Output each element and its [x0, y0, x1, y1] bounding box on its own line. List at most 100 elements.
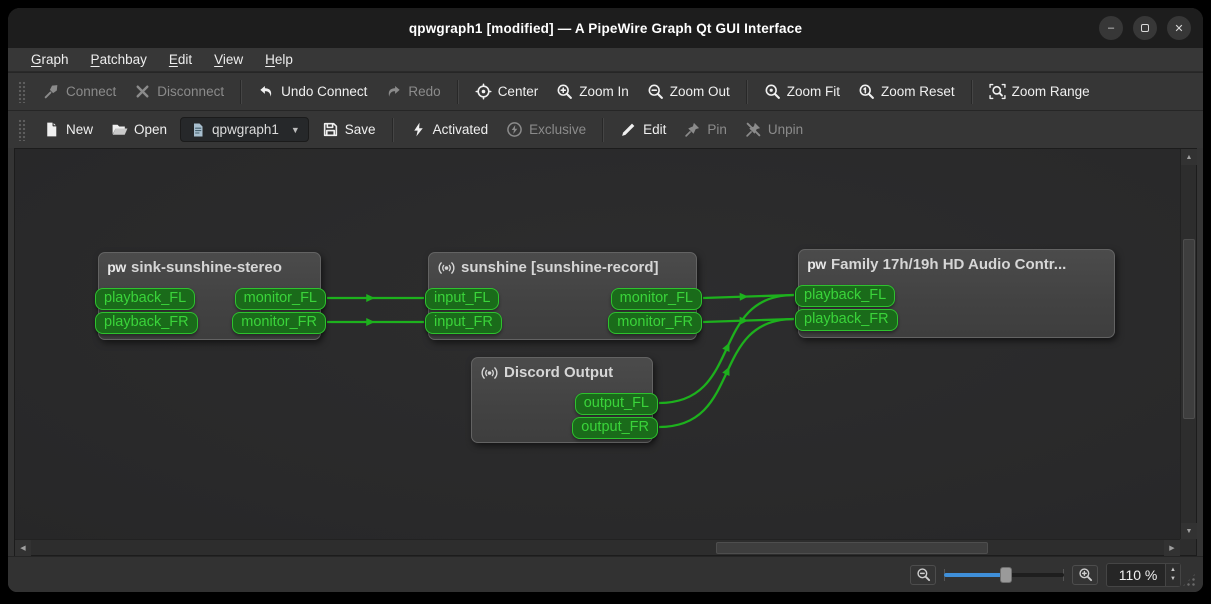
menu-item-help[interactable]: Help — [256, 50, 302, 69]
toolbar-drag-handle[interactable] — [18, 119, 26, 141]
port-playback_FR[interactable]: playback_FR — [95, 312, 198, 334]
pipewire-icon: pw — [808, 255, 825, 272]
menu-item-patchbay[interactable]: Patchbay — [82, 50, 156, 69]
zoom-out-button[interactable] — [910, 565, 936, 585]
graph-node-sink-sunshine-stereo[interactable]: pwsink-sunshine-stereo playback_FLplaybac… — [98, 252, 321, 340]
open-button[interactable]: Open — [102, 116, 176, 143]
port-output_FR[interactable]: output_FR — [572, 417, 658, 439]
undo-icon — [258, 83, 275, 100]
toolbar-separator — [457, 80, 459, 104]
scroll-left-arrow[interactable]: ◀ — [15, 540, 31, 556]
graph-node-sunshine[interactable]: sunshine [sunshine-record] input_FLinput_… — [428, 252, 697, 340]
toolbar-separator — [971, 80, 973, 104]
zoom-in-button[interactable] — [1072, 565, 1098, 585]
link-arrow-icon — [722, 341, 733, 352]
scroll-up-arrow[interactable]: ▲ — [1181, 149, 1197, 165]
vertical-scroll-thumb[interactable] — [1183, 239, 1195, 419]
window-controls: – ✕ — [1099, 8, 1191, 48]
graph-canvas[interactable]: pwsink-sunshine-stereoplayback_FLplaybac… — [15, 149, 1180, 539]
undo-connect-button[interactable]: Undo Connect — [249, 78, 376, 105]
connection-lines — [15, 149, 1180, 539]
toolbar-button-label: Edit — [643, 122, 666, 137]
edit-icon — [620, 121, 637, 138]
port-monitor_FR[interactable]: monitor_FR — [608, 312, 702, 334]
toolbar-drag-handle[interactable] — [18, 81, 26, 103]
menu-item-view[interactable]: View — [205, 50, 252, 69]
zoom-fit-button[interactable]: Zoom Fit — [755, 78, 849, 105]
toolbar-button-label: New — [66, 122, 93, 137]
spin-arrows[interactable]: ▲ ▼ — [1165, 564, 1180, 586]
maximize-button[interactable] — [1133, 16, 1157, 40]
zoom-slider[interactable] — [944, 565, 1064, 585]
disconnect-button[interactable]: Disconnect — [125, 78, 233, 105]
stream-icon — [481, 364, 498, 381]
port-input_FR[interactable]: input_FR — [425, 312, 502, 334]
scroll-right-arrow[interactable]: ▶ — [1164, 540, 1180, 556]
zoom-value: 110 % — [1115, 567, 1161, 583]
redo-button[interactable]: Redo — [376, 78, 449, 105]
zoom-spinbox[interactable]: 110 % ▲ ▼ — [1106, 563, 1181, 587]
minimize-button[interactable]: – — [1099, 16, 1123, 40]
spin-up-icon[interactable]: ▲ — [1170, 566, 1176, 574]
activated-button[interactable]: Activated — [401, 116, 498, 143]
graph-toolbar: ConnectDisconnectUndo ConnectRedoCenterZ… — [8, 72, 1203, 110]
stream-icon — [438, 259, 455, 276]
port-playback_FL[interactable]: playback_FL — [795, 285, 895, 307]
scroll-down-arrow[interactable]: ▼ — [1181, 523, 1197, 539]
link-arrow-icon — [722, 365, 733, 376]
patchbay-selector-combo[interactable]: qpwgraph1▼ — [180, 117, 309, 142]
horizontal-scroll-thumb[interactable] — [716, 542, 988, 554]
title-bar[interactable]: qpwgraph1 [modified] — A PipeWire Graph … — [8, 8, 1203, 48]
patchbay-selector-value: qpwgraph1 — [212, 122, 279, 137]
port-monitor_FR[interactable]: monitor_FR — [232, 312, 326, 334]
zoom-out-icon — [647, 83, 664, 100]
graph-node-family-audio[interactable]: pwFamily 17h/19h HD Audio Contr... playba… — [798, 249, 1115, 338]
new-button[interactable]: New — [34, 116, 102, 143]
zoom-range-button[interactable]: Zoom Range — [980, 78, 1099, 105]
menu-item-edit[interactable]: Edit — [160, 50, 201, 69]
node-title: pwFamily 17h/19h HD Audio Contr... — [799, 250, 1114, 279]
edit-button[interactable]: Edit — [611, 116, 675, 143]
save-button[interactable]: Save — [313, 116, 385, 143]
slider-handle[interactable] — [1000, 567, 1012, 583]
close-button[interactable]: ✕ — [1167, 16, 1191, 40]
menu-item-graph[interactable]: Graph — [22, 50, 78, 69]
pin-icon — [684, 121, 701, 138]
toolbar-button-label: Undo Connect — [281, 84, 367, 99]
node-title: sunshine [sunshine-record] — [429, 253, 696, 282]
link-arrow-icon — [740, 293, 749, 301]
zoom-out-button[interactable]: Zoom Out — [638, 78, 739, 105]
open-icon — [111, 121, 128, 138]
spin-down-icon[interactable]: ▼ — [1170, 575, 1176, 583]
port-output_FL[interactable]: output_FL — [575, 393, 658, 415]
graph-node-discord-output[interactable]: Discord Outputoutput_FLoutput_FR — [471, 357, 653, 443]
unpin-button[interactable]: Unpin — [736, 116, 812, 143]
node-title: pwsink-sunshine-stereo — [99, 253, 320, 282]
port-input_FL[interactable]: input_FL — [425, 288, 499, 310]
exclusive-icon — [506, 121, 523, 138]
toolbar-button-label: Exclusive — [529, 122, 586, 137]
port-monitor_FL[interactable]: monitor_FL — [611, 288, 702, 310]
vertical-scrollbar[interactable]: ▲ ▼ — [1180, 149, 1196, 539]
exclusive-button[interactable]: Exclusive — [497, 116, 595, 143]
pin-button[interactable]: Pin — [675, 116, 736, 143]
toolbar-button-label: Zoom Fit — [787, 84, 840, 99]
center-icon — [475, 83, 492, 100]
port-playback_FL[interactable]: playback_FL — [95, 288, 195, 310]
port-monitor_FL[interactable]: monitor_FL — [235, 288, 326, 310]
connect-button[interactable]: Connect — [34, 78, 125, 105]
center-button[interactable]: Center — [466, 78, 548, 105]
save-icon — [322, 121, 339, 138]
connection-link[interactable] — [703, 295, 794, 298]
window-title: qpwgraph1 [modified] — A PipeWire Graph … — [409, 21, 802, 36]
port-playback_FR[interactable]: playback_FR — [795, 309, 898, 331]
toolbar-separator — [746, 80, 748, 104]
unpin-icon — [745, 121, 762, 138]
zoom-reset-button[interactable]: Zoom Reset — [849, 78, 964, 105]
horizontal-scrollbar[interactable]: ◀ ▶ — [15, 539, 1180, 555]
link-arrow-icon — [740, 317, 749, 325]
connection-link[interactable] — [703, 319, 794, 322]
redo-icon — [385, 83, 402, 100]
zoom-in-button[interactable]: Zoom In — [547, 78, 638, 105]
zoom-out-small-icon — [915, 566, 932, 583]
